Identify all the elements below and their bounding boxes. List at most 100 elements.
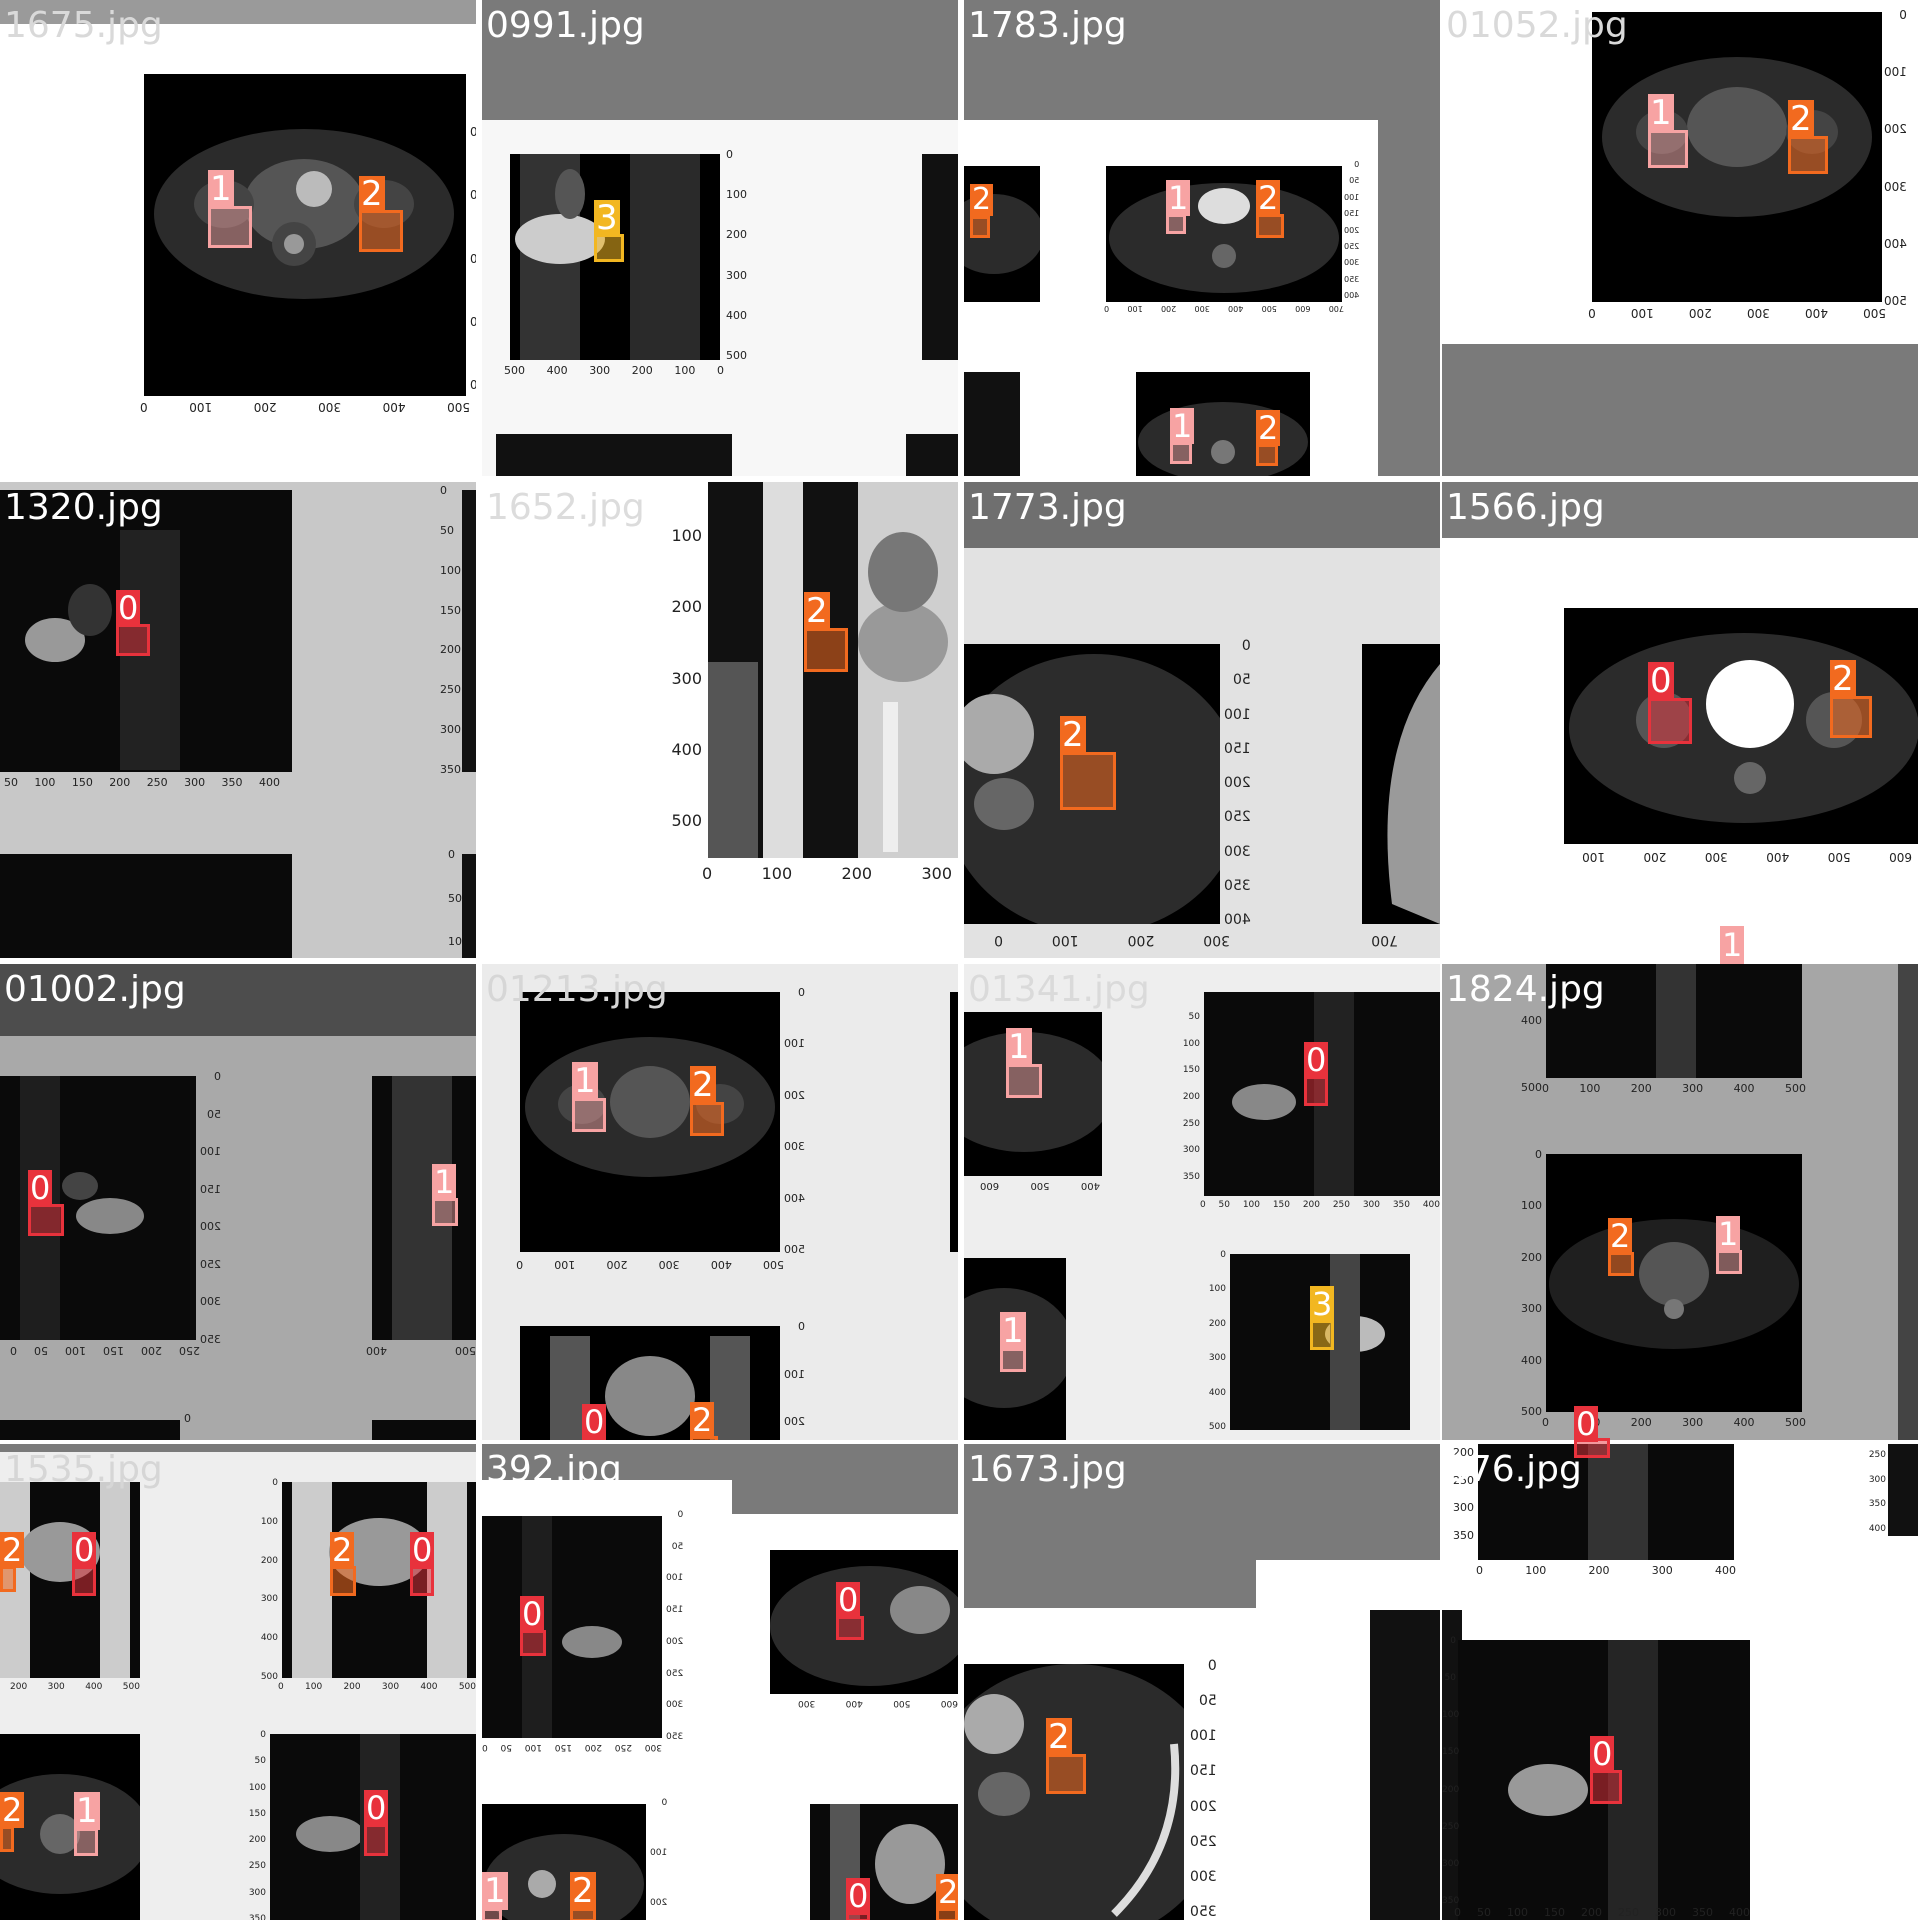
tile-376: 376.jpg 200 250 300 350 0 100 200 300 400 250 30… [1442, 1444, 1918, 1920]
detection-box [359, 210, 403, 252]
tile-0991: 0991.jpg 3 0 100 200 300 400 500 500 400 300 200… [482, 0, 958, 476]
filename-label: 1535.jpg [4, 1449, 163, 1490]
mri-slice-axial: 1 [964, 1258, 1066, 1440]
detection-label: 2 [936, 1874, 958, 1910]
filename-label: 0991.jpg [486, 5, 645, 46]
detection-box [72, 1566, 96, 1596]
detection-box [1060, 752, 1116, 810]
detection-label: 0 [72, 1531, 97, 1569]
mri-slice-axial: 0 [770, 1550, 958, 1694]
filename-label: 1566.jpg [1446, 487, 1605, 528]
detection-label: 2 [0, 1531, 25, 1569]
mri-slice-axial: 2 [964, 166, 1040, 302]
mri-slice-axial: 1 2 [1106, 166, 1342, 302]
mri-slice-axial: 1 [964, 1012, 1102, 1176]
detection-box [1648, 698, 1692, 744]
detection-label: 1 [1166, 179, 1191, 217]
detection-label: 2 [690, 1401, 715, 1439]
detection-label: 3 [594, 198, 620, 238]
tile-01052: 01052.jpg 1 2 0 100 200 300 400 500 500 400 300… [1442, 0, 1918, 476]
detection-label: 0 [836, 1581, 861, 1619]
detection-box [836, 1616, 864, 1640]
filename-label: 392.jpg [486, 1449, 622, 1490]
mri-slice-coronal: 2 [708, 482, 958, 858]
mri-slice-coronal: 0 [482, 1516, 662, 1738]
tile-1773: 1773.jpg 2 0 50 100 150 200 250 300 350 400 300 2… [964, 482, 1440, 958]
filename-label: 1783.jpg [968, 5, 1127, 46]
detection-box [364, 1824, 388, 1856]
mri-slice-coronal: 0 2 [520, 1326, 780, 1440]
detection-box [970, 216, 990, 238]
detection-box [1046, 1754, 1086, 1794]
detection-box [0, 1826, 14, 1852]
detection-label: 1 [208, 169, 234, 209]
detection-box [208, 206, 252, 248]
detection-label: 1 [482, 1871, 508, 1911]
detection-box [1170, 442, 1192, 464]
detection-label: 2 [0, 1791, 25, 1829]
detection-box [330, 1566, 356, 1596]
detection-box [520, 1630, 546, 1656]
detection-label: 0 [364, 1789, 389, 1827]
filename-label: 01213.jpg [486, 969, 668, 1010]
detection-label: 2 [330, 1531, 355, 1569]
detection-box [1166, 214, 1186, 234]
detection-label: 0 [410, 1531, 435, 1569]
detection-box [1000, 1348, 1026, 1372]
detection-label: 1 [74, 1791, 100, 1831]
detection-box [1304, 1076, 1328, 1106]
detection-box [690, 1102, 724, 1136]
mri-slice-axial: 2 [964, 1664, 1184, 1920]
tile-392: 392.jpg 0 0 50 100 150 200 250 300 350 300 250 20… [482, 1444, 958, 1920]
tile-1824: 1824.jpg 400 500 0 100 200 300 400 500 2 1 0 10… [1442, 964, 1918, 1440]
detection-box [572, 1098, 606, 1132]
detection-box [1716, 1250, 1742, 1274]
tile-01341: 01341.jpg 1 400 500 600 0 50 100 150 200 250 30… [964, 964, 1440, 1440]
mri-slice-coronal: 3 [510, 154, 720, 360]
mri-slice-axial: 2 1 [0, 1734, 140, 1920]
detection-box [74, 1828, 98, 1856]
filename-label: 1824.jpg [1446, 969, 1605, 1010]
detection-label: 0 [1574, 1405, 1599, 1443]
mri-slice-coronal: 2 0 [0, 1482, 140, 1678]
mri-slice-coronal: 0 [1204, 992, 1440, 1196]
detection-label: 0 [1648, 661, 1674, 701]
filename-label: 1320.jpg [4, 487, 163, 528]
detection-label: 2 [690, 1065, 716, 1105]
tile-1535: 1535.jpg 2 0 200 300 400 500 2 0 0 100 200 300… [0, 1444, 476, 1920]
filename-label: 01002.jpg [4, 969, 186, 1010]
detection-box [804, 628, 848, 672]
detection-label: 2 [1830, 659, 1856, 699]
filename-label: 1673.jpg [968, 1449, 1127, 1490]
detection-label: 2 [1256, 409, 1281, 447]
tile-1675: 1675.jpg 1 2 0100200300400500 5004003002… [0, 0, 476, 476]
detection-label: 2 [804, 591, 830, 631]
mri-slice-axial: 2 [964, 644, 1220, 924]
detection-box [1256, 214, 1284, 238]
detection-label: 0 [1590, 1735, 1615, 1773]
tile-1783: 1783.jpg 2 1 2 0 50 100 150 200 250 300 350 400 … [964, 0, 1440, 476]
detection-label: 1 [1648, 93, 1674, 133]
detection-label: 1 [432, 1163, 457, 1201]
detection-label: 1 [572, 1061, 598, 1101]
detection-label: 0 [582, 1403, 607, 1440]
detection-label: 2 [1608, 1217, 1633, 1255]
mri-slice-axial: 0 2 [1564, 608, 1918, 844]
detection-label: 2 [1060, 715, 1086, 755]
detection-label: 2 [1788, 99, 1814, 139]
detection-box [1256, 444, 1278, 466]
detection-label: 0 [116, 589, 141, 627]
mri-slice-axial: 1 2 [1592, 12, 1882, 302]
detection-box [1574, 1438, 1610, 1458]
detection-label: 2 [1256, 179, 1281, 217]
detection-label: 0 [846, 1877, 871, 1915]
mri-slice-sagittal: 1 [372, 1076, 476, 1340]
filename-label: 1652.jpg [486, 487, 645, 528]
detection-box [410, 1566, 434, 1596]
detection-label: 1 [1000, 1311, 1026, 1351]
detection-box [28, 1204, 64, 1236]
mri-slice-axial: 1 2 [1136, 372, 1310, 476]
filename-label: 1675.jpg [4, 5, 163, 46]
tile-1566: 1566.jpg 0 2 600 500 400 300 200 100 [1442, 482, 1918, 958]
detection-box [594, 234, 624, 262]
